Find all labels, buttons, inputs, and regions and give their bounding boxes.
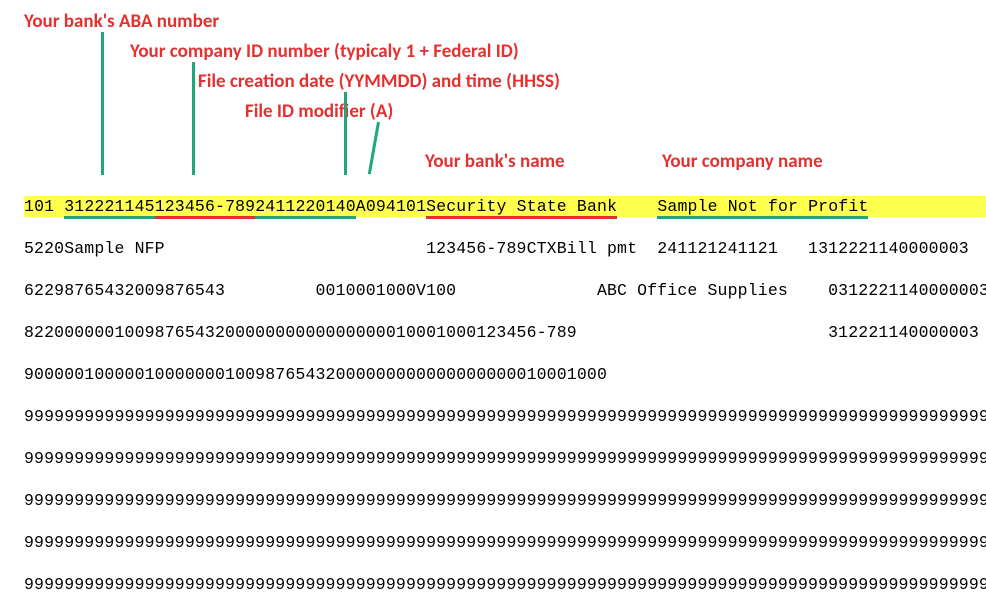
label-creation: File creation date (YYMMDD) and time (HH… [198,70,560,93]
filler-row: 9999999999999999999999999999999999999999… [24,574,986,595]
file-control-row: 9000001000001000000010098765432000000000… [24,364,986,385]
label-modifier: File ID modifier (A) [245,100,393,123]
file-header-row: 101 312221145123456-7892411220140A094101… [24,196,986,217]
label-bank-name: Your bank's name [425,150,565,173]
connector-modifier [368,122,380,175]
bank-name: Security State Bank [426,197,617,219]
company-name: Sample Not for Profit [657,197,868,219]
creation-date-time: 2411220140 [255,197,356,219]
connector-aba [101,32,104,175]
label-company-name: Your company name [662,150,823,173]
batch-header-row: 5220Sample NFP 123456-789CTXBill pmt 241… [24,238,986,259]
file-id-modifier: A [356,197,366,216]
company-id-number: 123456-789 [155,197,256,219]
connector-company-id [192,62,195,175]
label-aba: Your bank's ABA number [24,10,219,33]
ach-file-content: 101 312221145123456-7892411220140A094101… [24,175,986,616]
batch-control-row: 8220000001009876543200000000000000000100… [24,322,986,343]
space [54,197,64,216]
pad [617,197,657,216]
filler-row: 9999999999999999999999999999999999999999… [24,532,986,553]
block-format: 094101 [366,197,426,216]
record-type-code: 1 [24,197,34,216]
connector-creation [344,92,347,175]
entry-detail-row: 62298765432009876543 0010001000V100 ABC … [24,280,986,301]
aba-number: 312221145 [64,197,154,219]
label-company-id: Your company ID number (typicaly 1 + Fed… [130,40,519,63]
filler-row: 9999999999999999999999999999999999999999… [24,490,986,511]
filler-row: 9999999999999999999999999999999999999999… [24,448,986,469]
priority-code: 01 [34,197,54,216]
filler-row: 9999999999999999999999999999999999999999… [24,406,986,427]
